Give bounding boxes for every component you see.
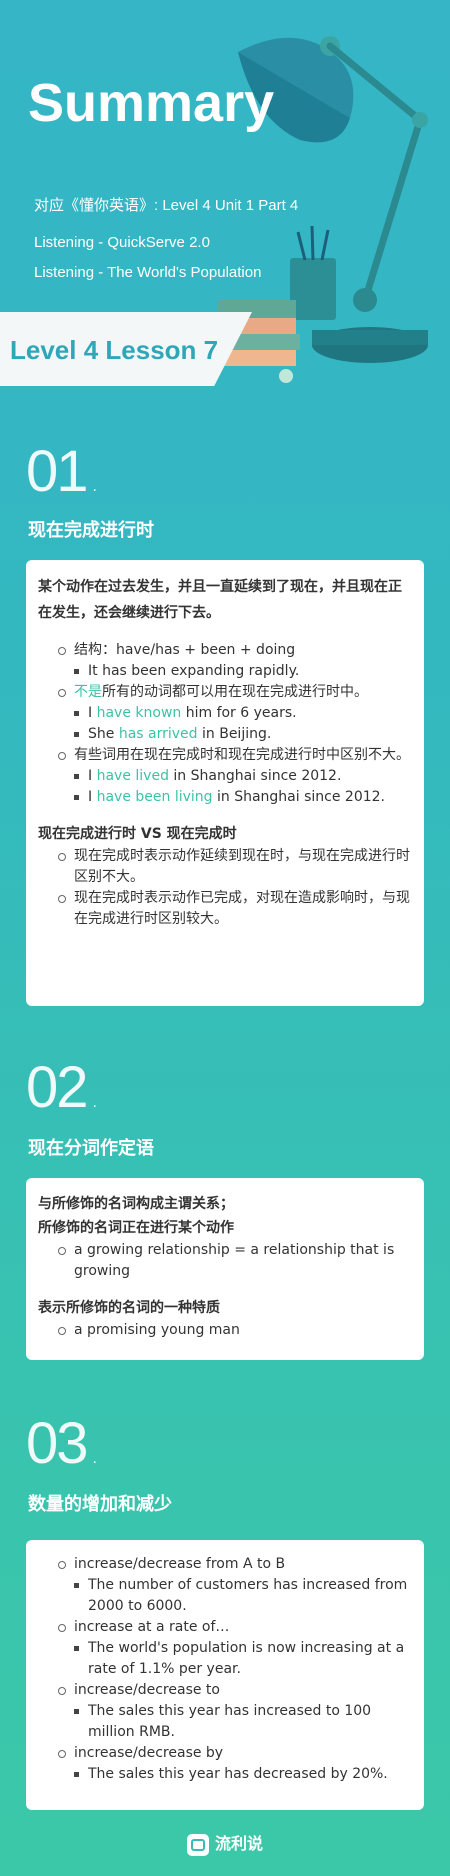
section-number-01: 01.	[26, 439, 97, 504]
subtitle-course: 对应《懂你英语》: Level 4 Unit 1 Part 4	[34, 197, 299, 214]
list-item: a promising young man	[38, 1320, 412, 1341]
section-card-03: increase/decrease from A to B The number…	[26, 1540, 424, 1810]
brand-name: 流利说	[214, 1834, 263, 1853]
list-item: I have known him for 6 years.	[38, 703, 412, 724]
list-item: The sales this year has decreased by 20%…	[38, 1764, 412, 1785]
list-item: 不是所有的动词都可以用在现在完成进行时中。	[38, 682, 412, 703]
list-item: increase/decrease to	[38, 1680, 412, 1701]
list-item: She has arrived in Beijing.	[38, 724, 412, 745]
page-title: Summary	[28, 73, 275, 133]
footer-brand: 流利说	[0, 1830, 450, 1856]
list-item: 结构：have/has + been + doing	[38, 640, 412, 661]
subtitle-listening-1: Listening - QuickServe 2.0	[34, 234, 210, 251]
list-item: The world's population is now increasing…	[38, 1638, 412, 1680]
definition-text: 某个动作在过去发生，并且一直延续到了现在，并且现在正在发生，还会继续进行下去。	[38, 579, 402, 621]
subtitle-listening-2: Listening - The World's Population	[34, 264, 262, 281]
rule-heading: 表示所修饰的名词的一种特质	[38, 1300, 220, 1316]
list-item: I have lived in Shanghai since 2012.	[38, 766, 412, 787]
section-number-03: 03.	[26, 1411, 97, 1476]
list-item: I have been living in Shanghai since 201…	[38, 787, 412, 808]
list-item: increase/decrease from A to B	[38, 1554, 412, 1575]
comparison-heading: 现在完成进行时 VS 现在完成时	[38, 826, 237, 842]
section-card-01: 某个动作在过去发生，并且一直延续到了现在，并且现在正在发生，还会继续进行下去。 …	[26, 560, 424, 1006]
rule-heading: 与所修饰的名词构成主谓关系；	[38, 1196, 234, 1212]
list-item: increase at a rate of…	[38, 1617, 412, 1638]
list-item: 现在完成时表示动作延续到现在时，与现在完成进行时区别不大。	[38, 846, 412, 888]
lesson-banner-label: Level 4 Lesson 7	[10, 335, 219, 365]
header: Summary 对应《懂你英语》: Level 4 Unit 1 Part 4 …	[0, 0, 450, 400]
list-item: The sales this year has increased to 100…	[38, 1701, 412, 1743]
list-item: 现在完成时表示动作已完成，对现在造成影响时，与现在完成进行时区别较大。	[38, 888, 412, 930]
section-number-02: 02.	[26, 1055, 97, 1120]
section-title-01: 现在完成进行时	[28, 520, 154, 541]
liulishuo-logo-icon	[186, 1833, 209, 1856]
rule-heading: 所修饰的名词正在进行某个动作	[38, 1220, 234, 1236]
list-item: The number of customers has increased fr…	[38, 1575, 412, 1617]
section-title-03: 数量的增加和减少	[28, 1494, 172, 1515]
list-item: increase/decrease by	[38, 1743, 412, 1764]
list-item: It has been expanding rapidly.	[38, 661, 412, 682]
section-card-02: 与所修饰的名词构成主谓关系； 所修饰的名词正在进行某个动作 a growing …	[26, 1178, 424, 1360]
list-item: 有些词用在现在完成时和现在完成进行时中区别不大。	[38, 745, 412, 766]
list-item: a growing relationship = a relationship …	[38, 1240, 412, 1282]
section-title-02: 现在分词作定语	[28, 1138, 154, 1159]
